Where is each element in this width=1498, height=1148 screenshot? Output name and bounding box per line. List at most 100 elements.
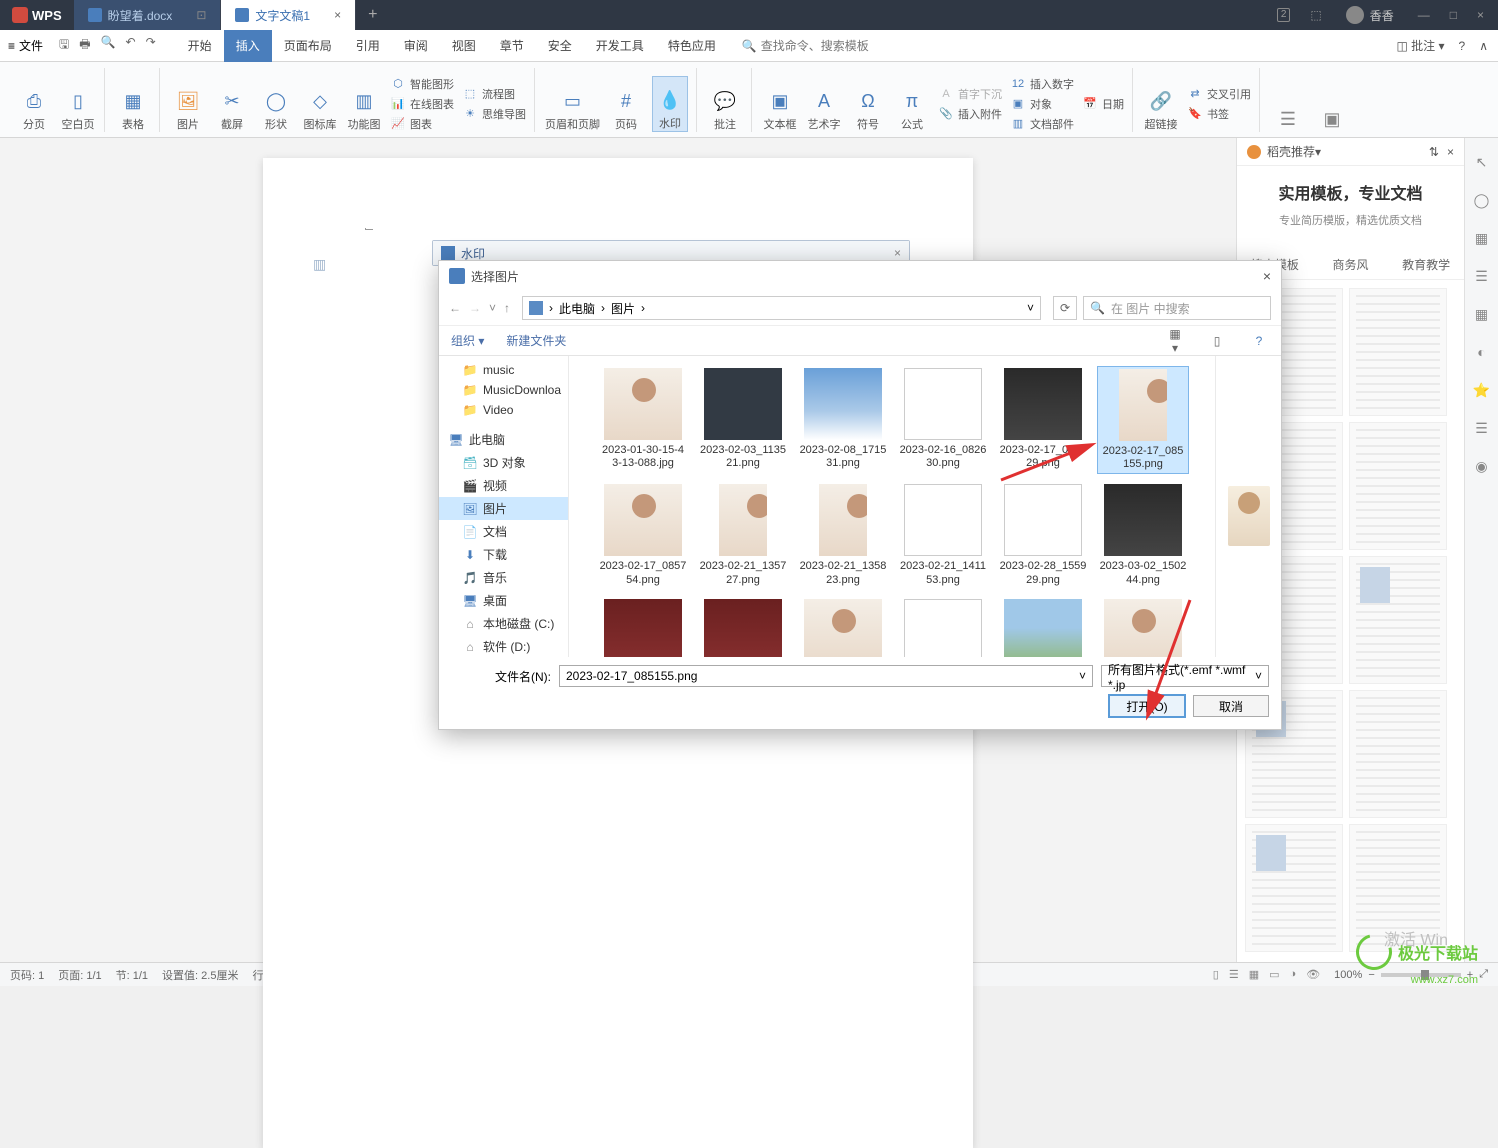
file-grid[interactable]: 2023-01-30-15-43-13-088.jpg 2023-02-03_1… [569, 356, 1215, 657]
symbol-button[interactable]: Ω符号 [850, 76, 886, 132]
cursor-tool-icon[interactable]: ↖ [1472, 152, 1492, 172]
organize-menu[interactable]: 组织 ▾ [451, 332, 484, 349]
maximize-icon[interactable]: □ [1450, 8, 1457, 22]
file-item[interactable]: 2023-02-17_085754.png [597, 482, 689, 588]
file-menu[interactable]: ≡ 文件 [0, 37, 51, 54]
zoom-level[interactable]: 100% [1334, 969, 1362, 981]
badge-icon[interactable]: 2 [1277, 8, 1291, 22]
open-button[interactable]: 打开(O) [1109, 695, 1185, 717]
ribbon-tab-start[interactable]: 开始 [176, 30, 224, 62]
pagenum-button[interactable]: #页码 [608, 76, 644, 132]
file-item[interactable] [897, 597, 989, 657]
redo-icon[interactable]: ↷ [146, 35, 156, 56]
file-item[interactable]: 2023-01-30-15-43-13-088.jpg [597, 366, 689, 474]
bookmark-button[interactable]: 🔖书签 [1187, 106, 1251, 122]
new-tab-button[interactable]: + [356, 6, 389, 24]
headerfooter-button[interactable]: ▭页眉和页脚 [545, 76, 600, 132]
nav-history-icon[interactable]: ˅ [489, 301, 496, 315]
file-item[interactable] [697, 597, 789, 657]
table-button[interactable]: ▦表格 [115, 76, 151, 132]
favorites-icon[interactable]: ⭐ [1472, 380, 1492, 400]
file-item[interactable]: 2023-02-16_082630.png [897, 366, 989, 474]
file-item[interactable]: 2023-02-21_141153.png [897, 482, 989, 588]
file-item[interactable]: 2023-02-08_171531.png [797, 366, 889, 474]
ribbon-tab-special[interactable]: 特色应用 [656, 30, 728, 62]
panel-close-icon[interactable]: × [1447, 145, 1454, 159]
gift-icon[interactable]: ⬚ [1310, 8, 1321, 22]
minimize-icon[interactable]: — [1418, 8, 1430, 22]
picture-button[interactable]: 🖼图片 [170, 76, 206, 132]
ribbon-tab-view[interactable]: 视图 [440, 30, 488, 62]
mindmap-button[interactable]: ☀思维导图 [462, 106, 526, 122]
file-item[interactable]: 2023-02-03_113521.png [697, 366, 789, 474]
template-item[interactable] [1349, 288, 1447, 416]
onlinechart-button[interactable]: 📊在线图表 [390, 96, 454, 112]
hyperlink-button[interactable]: 🔗超链接 [1143, 76, 1179, 132]
comment-button[interactable]: 💬批注 [707, 76, 743, 132]
flowchart-button[interactable]: ⬚流程图 [462, 86, 526, 102]
ribbon-tab-section[interactable]: 章节 [488, 30, 536, 62]
recent-icon[interactable]: ☰ [1472, 418, 1492, 438]
blank-page-button[interactable]: ▯空白页 [60, 76, 96, 132]
close-icon[interactable]: × [1477, 8, 1484, 22]
tab-doc1[interactable]: 盼望着.docx⊡ [74, 0, 222, 30]
file-item[interactable] [1097, 597, 1189, 657]
datetime-button[interactable]: 📅日期 [1082, 96, 1124, 112]
ribbon-tab-layout[interactable]: 页面布局 [272, 30, 344, 62]
view-eye-icon[interactable]: 👁 [1306, 968, 1320, 981]
view-outline-icon[interactable]: ☰ [1229, 968, 1239, 981]
extra1-button[interactable]: ☰ [1270, 76, 1306, 132]
file-item[interactable]: 2023-02-17_082729.png [997, 366, 1089, 474]
newfolder-button[interactable]: 新建文件夹 [506, 332, 566, 349]
refresh-button[interactable]: ⟳ [1053, 296, 1077, 320]
tree-thispc[interactable]: 🖥此电脑 [439, 428, 568, 451]
collapse-ribbon-icon[interactable]: ∧ [1479, 39, 1488, 53]
outline-icon[interactable]: ☰ [1472, 266, 1492, 286]
shape-button[interactable]: ◯形状 [258, 76, 294, 132]
breadcrumb-pictures[interactable]: 图片 [611, 300, 635, 317]
filetype-combo[interactable]: 所有图片格式(*.emf *.wmf *.jp˅ [1101, 665, 1269, 687]
print-icon[interactable]: 🖶 [79, 35, 90, 56]
file-item[interactable] [797, 597, 889, 657]
cat-tab-business[interactable]: 商务风 [1313, 250, 1389, 279]
tree-musicdl[interactable]: 📁MusicDownloa [439, 380, 568, 400]
preview-icon[interactable]: 🔍 [101, 35, 116, 56]
wordart-button[interactable]: A艺术字 [806, 76, 842, 132]
tree-desktop[interactable]: 🖥桌面 [439, 589, 568, 612]
status-page[interactable]: 页面: 1/1 [58, 967, 101, 983]
settings-icon[interactable]: ⇅ [1429, 145, 1439, 159]
tree-music2[interactable]: 🎵音乐 [439, 566, 568, 589]
search-command[interactable]: 🔍 查找命令、搜索模板 [742, 37, 869, 54]
iconlib-button[interactable]: ◇图标库 [302, 76, 338, 132]
tree-diskd[interactable]: ⌂软件 (D:) [439, 635, 568, 657]
tree-diskc[interactable]: ⌂本地磁盘 (C:) [439, 612, 568, 635]
object-button[interactable]: ▣对象 [1010, 96, 1074, 112]
file-item[interactable] [597, 597, 689, 657]
tree-music[interactable]: 📁music [439, 360, 568, 380]
tree-video[interactable]: 📁Video [439, 400, 568, 420]
help-icon[interactable]: ? [1249, 334, 1269, 348]
section-break-button[interactable]: ⎙分页 [16, 76, 52, 132]
dialog-titlebar[interactable]: 选择图片 × [439, 261, 1281, 291]
view-mode-icon[interactable]: ◑ [1290, 968, 1297, 981]
tree-documents[interactable]: 📄文档 [439, 520, 568, 543]
file-item[interactable]: 2023-02-21_135823.png [797, 482, 889, 588]
equation-button[interactable]: π公式 [894, 76, 930, 132]
address-bar[interactable]: › 此电脑 › 图片 › ˅ [522, 296, 1041, 320]
insertnum-button[interactable]: 12插入数字 [1010, 76, 1074, 92]
file-item[interactable]: 2023-02-28_155929.png [997, 482, 1089, 588]
ribbon-tab-review[interactable]: 审阅 [392, 30, 440, 62]
close-tab-icon[interactable]: × [334, 8, 341, 22]
attachment-button[interactable]: 📎插入附件 [938, 106, 1002, 122]
chart-button[interactable]: 📈图表 [390, 116, 454, 132]
undo-icon[interactable]: ↶ [126, 35, 136, 56]
view-mode-button[interactable]: ▦ ▾ [1165, 327, 1185, 355]
preview-toggle-button[interactable]: ▯ [1207, 334, 1227, 348]
layers-icon[interactable]: ▦ [1472, 228, 1492, 248]
loading-icon[interactable]: ◉ [1472, 456, 1492, 476]
save-icon[interactable]: 🖫 [59, 35, 69, 56]
cat-tab-education[interactable]: 教育教学 [1388, 250, 1464, 279]
smartart-button[interactable]: ⬡智能图形 [390, 76, 454, 92]
file-item[interactable]: 2023-03-02_150244.png [1097, 482, 1189, 588]
tab-doc2-active[interactable]: 文字文稿1× [221, 0, 356, 30]
